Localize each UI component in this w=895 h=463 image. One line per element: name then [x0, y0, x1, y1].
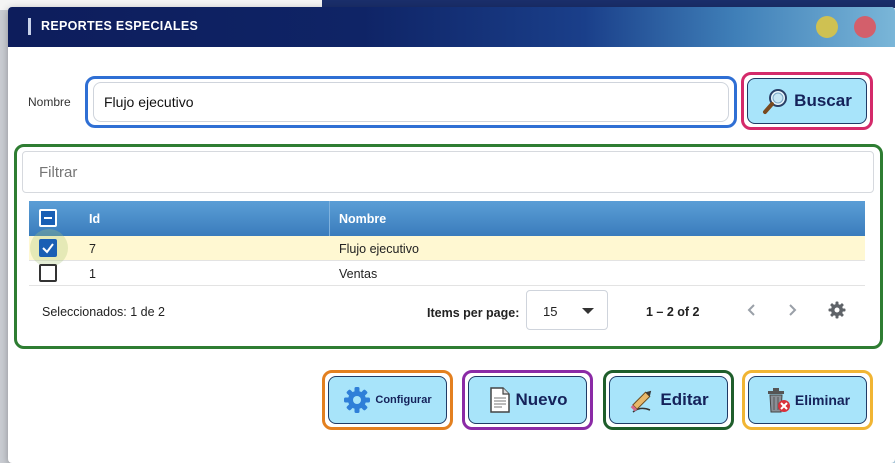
- chevron-left-icon: [747, 304, 755, 316]
- configurar-frame: Configurar: [322, 370, 453, 430]
- row-nombre: Ventas: [339, 266, 378, 281]
- editar-frame: Editar: [603, 370, 734, 430]
- dialog-title: REPORTES ESPECIALES: [41, 19, 199, 33]
- nuevo-label: Nuevo: [515, 390, 568, 409]
- buscar-label: Buscar: [794, 91, 852, 110]
- title-accent: [28, 18, 31, 35]
- buscar-button[interactable]: Buscar: [747, 78, 867, 124]
- row-nombre: Flujo ejecutivo: [339, 241, 419, 256]
- settings-gear-icon: [828, 301, 846, 319]
- table-footer: Seleccionados: 1 de 2 Items per page: 15…: [29, 285, 865, 341]
- edit-pencil-icon: [628, 386, 656, 414]
- reports-grid-frame: Id Nombre 7 Flujo ejecutivo 1 Ventas Sel…: [14, 144, 883, 349]
- minimize-button[interactable]: [816, 16, 838, 38]
- row-id: 7: [89, 241, 96, 256]
- editar-label: Editar: [660, 390, 709, 409]
- filter-input[interactable]: [23, 152, 873, 192]
- column-header-nombre[interactable]: Nombre: [339, 201, 386, 236]
- items-per-page-label: Items per page:: [427, 306, 520, 320]
- chevron-right-icon: [789, 304, 797, 316]
- items-per-page-value: 15: [543, 304, 558, 319]
- nuevo-frame: Nuevo: [462, 370, 593, 430]
- nombre-field-frame: [85, 76, 737, 128]
- table-row[interactable]: 1 Ventas: [29, 261, 865, 286]
- column-header-id[interactable]: Id: [89, 201, 100, 236]
- buscar-frame: Buscar: [741, 72, 873, 130]
- trash-icon: [765, 386, 791, 414]
- grid-settings-button[interactable]: [826, 299, 848, 321]
- configurar-label: Configurar: [375, 394, 432, 406]
- table-row[interactable]: 7 Flujo ejecutivo: [29, 229, 865, 267]
- gear-icon: [343, 386, 371, 414]
- editar-button[interactable]: Editar: [609, 376, 728, 424]
- select-all-checkbox[interactable]: [39, 209, 57, 227]
- nombre-input[interactable]: [93, 82, 729, 122]
- selection-count: Seleccionados: 1 de 2: [42, 305, 166, 319]
- eliminar-label: Eliminar: [794, 392, 851, 408]
- filter-field: [22, 151, 874, 193]
- table-header: Id Nombre: [29, 201, 865, 236]
- configurar-button[interactable]: Configurar: [328, 376, 447, 424]
- row-checkbox[interactable]: [39, 239, 57, 257]
- caret-down-icon: [582, 308, 594, 314]
- search-magnifier-icon: [762, 87, 790, 115]
- close-button[interactable]: [854, 16, 876, 38]
- eliminar-button[interactable]: Eliminar: [748, 376, 867, 424]
- previous-page-button[interactable]: [741, 299, 763, 321]
- next-page-button[interactable]: [781, 299, 803, 321]
- nuevo-button[interactable]: Nuevo: [468, 376, 587, 424]
- reports-table: Id Nombre 7 Flujo ejecutivo 1 Ventas: [29, 201, 865, 286]
- row-id: 1: [89, 266, 96, 281]
- items-per-page-select[interactable]: 15: [526, 290, 608, 330]
- eliminar-frame: Eliminar: [742, 370, 873, 430]
- dialog-titlebar: REPORTES ESPECIALES: [8, 7, 895, 47]
- row-checkbox[interactable]: [39, 264, 57, 282]
- nombre-label: Nombre: [28, 95, 71, 109]
- column-divider: [329, 201, 330, 236]
- document-icon: [488, 386, 512, 414]
- page-range: 1 – 2 of 2: [646, 305, 700, 319]
- reportes-dialog: REPORTES ESPECIALES Nombre Buscar: [8, 7, 895, 463]
